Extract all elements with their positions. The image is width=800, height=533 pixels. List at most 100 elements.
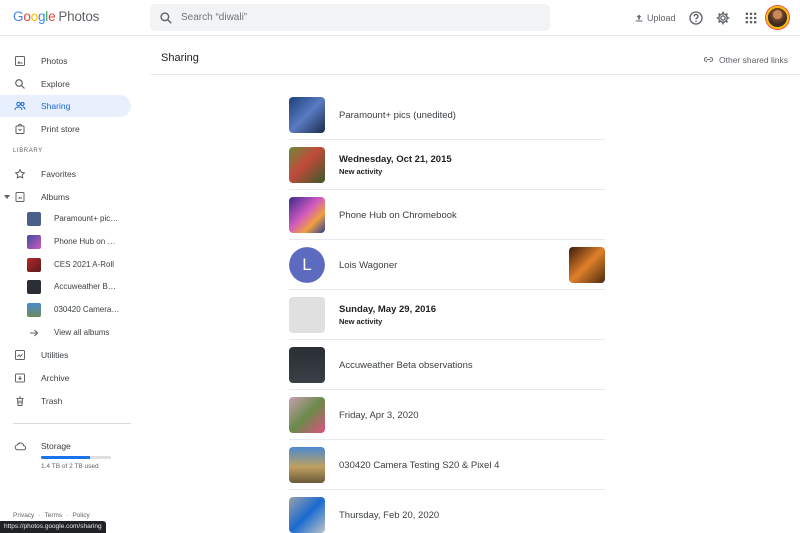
archive-icon <box>15 373 25 383</box>
album-label: Phone Hub on Chromebook <box>54 237 120 246</box>
list-item[interactable]: L Lois Wagoner <box>289 240 605 290</box>
main-divider <box>150 74 800 75</box>
list-item-title: Phone Hub on Chromebook <box>339 210 457 221</box>
trash-icon <box>16 396 24 406</box>
sidebar-item-label: Explore <box>41 79 70 89</box>
list-item-title: 030420 Camera Testing S20 & Pixel 4 <box>339 460 500 471</box>
album-label: 030420 Camera Testing S20 & Pixel 4 <box>54 305 120 314</box>
shared-album-thumbnail <box>289 97 325 133</box>
list-item[interactable]: Phone Hub on Chromebook <box>289 190 605 240</box>
view-all-label: View all albums <box>54 328 110 337</box>
shared-album-thumbnail <box>289 347 325 383</box>
view-all-albums-link[interactable]: View all albums <box>0 322 131 344</box>
account-avatar[interactable] <box>766 6 789 29</box>
list-item[interactable]: Accuweather Beta observations <box>289 340 605 390</box>
sidebar-album-item[interactable]: Phone Hub on Chromebook <box>0 231 131 253</box>
shared-album-thumbnail <box>289 147 325 183</box>
help-icon[interactable] <box>688 10 704 26</box>
list-item-title: Accuweather Beta observations <box>339 360 473 371</box>
sidebar-item-label: Archive <box>41 373 70 383</box>
sidebar-album-item[interactable]: Accuweather Beta observations <box>0 276 131 298</box>
other-shared-links-label: Other shared links <box>719 54 788 65</box>
other-shared-links-button[interactable]: Other shared links <box>703 54 788 65</box>
storage-progress-bar <box>41 456 111 459</box>
list-item-title: Wednesday, Oct 21, 2015 <box>339 154 452 165</box>
list-item[interactable]: Friday, Apr 3, 2020 <box>289 390 605 440</box>
privacy-link[interactable]: Privacy <box>13 512 34 519</box>
upload-button[interactable]: Upload <box>634 10 676 26</box>
new-activity-label: New activity <box>339 317 383 326</box>
sidebar-item-label: Utilities <box>41 350 69 360</box>
search-bar[interactable] <box>150 4 550 31</box>
sidebar-item-trash[interactable]: Trash <box>0 390 131 412</box>
list-item[interactable]: 030420 Camera Testing S20 & Pixel 4 <box>289 440 605 490</box>
album-label: CES 2021 A-Roll <box>54 260 115 269</box>
search-icon[interactable] <box>159 11 173 25</box>
chevron-down-icon[interactable] <box>4 195 10 199</box>
album-thumbnail <box>27 212 41 226</box>
list-item-title: Sunday, May 29, 2016 <box>339 304 436 315</box>
store-icon <box>15 123 25 134</box>
album-thumbnail <box>27 280 41 294</box>
person-avatar: L <box>289 247 325 283</box>
terms-link[interactable]: Terms <box>44 512 62 519</box>
sidebar-item-explore[interactable]: Explore <box>0 73 131 95</box>
new-activity-label: New activity <box>339 167 383 176</box>
storage-used-text: 1.4 TB of 2 TB used <box>41 463 99 470</box>
shared-album-thumbnail <box>289 197 325 233</box>
search-input[interactable] <box>181 8 531 27</box>
footer-separator: · <box>38 512 41 519</box>
shared-album-thumbnail <box>289 497 325 533</box>
shared-photo-thumbnail[interactable] <box>569 247 605 283</box>
upload-label: Upload <box>647 13 676 23</box>
sidebar-item-archive[interactable]: Archive <box>0 367 131 389</box>
list-item-title: Lois Wagoner <box>339 260 398 271</box>
sidebar-item-print-store[interactable]: Print store <box>0 118 131 140</box>
gear-icon[interactable] <box>715 10 731 26</box>
album-thumbnail <box>27 303 41 317</box>
list-item[interactable]: Paramount+ pics (unedited) <box>289 90 605 140</box>
sidebar-item-albums[interactable]: Albums <box>0 186 131 208</box>
sidebar-album-item[interactable]: 030420 Camera Testing S20 & Pixel 4 <box>0 299 131 321</box>
footer-links: Privacy · Terms · Policy <box>13 512 90 519</box>
page-title: Sharing <box>161 52 199 64</box>
list-item[interactable]: Thursday, Feb 20, 2020 <box>289 490 605 533</box>
sidebar-album-item[interactable]: CES 2021 A-Roll <box>0 254 131 276</box>
list-item[interactable]: Wednesday, Oct 21, 2015 New activity <box>289 140 605 190</box>
sidebar-item-label: Print store <box>41 124 80 134</box>
sidebar-divider <box>13 423 131 424</box>
link-icon <box>703 57 714 62</box>
sidebar-item-utilities[interactable]: Utilities <box>0 344 131 366</box>
search-icon <box>15 79 25 89</box>
sidebar-item-label: Sharing <box>41 101 71 111</box>
sidebar-album-item[interactable]: Paramount+ pics (unedited) <box>0 208 131 230</box>
album-thumbnail <box>27 258 41 272</box>
storage-progress-fill <box>41 456 90 459</box>
top-bar: GooglePhotos Upload <box>0 0 800 36</box>
star-icon <box>15 169 25 179</box>
upload-icon <box>635 14 643 22</box>
storage-label[interactable]: Storage <box>41 441 71 451</box>
cloud-icon <box>14 442 27 451</box>
library-heading: LIBRARY <box>13 148 43 154</box>
list-item-title: Paramount+ pics (unedited) <box>339 110 456 121</box>
album-label: Accuweather Beta observations <box>54 282 120 291</box>
sidebar-item-sharing[interactable]: Sharing <box>0 95 131 117</box>
sidebar-item-favorites[interactable]: Favorites <box>0 163 131 185</box>
google-photos-logo[interactable]: Google Photos <box>13 9 99 24</box>
album-icon <box>15 192 25 202</box>
sidebar-item-label: Photos <box>41 56 68 66</box>
album-label: Paramount+ pics (unedited) <box>54 214 120 223</box>
apps-grid-icon[interactable] <box>743 10 759 26</box>
shared-album-thumbnail <box>289 297 325 333</box>
sidebar-item-label: Favorites <box>41 169 76 179</box>
list-item-title: Friday, Apr 3, 2020 <box>339 410 419 421</box>
avatar-letter: L <box>289 247 325 283</box>
sidebar: Photos Explore Sharing Print store LIBRA… <box>0 36 140 533</box>
list-item[interactable]: Sunday, May 29, 2016 New activity <box>289 290 605 340</box>
sidebar-item-photos[interactable]: Photos <box>0 50 131 72</box>
list-item-title: Thursday, Feb 20, 2020 <box>339 510 440 521</box>
policy-link[interactable]: Policy <box>72 512 89 519</box>
album-thumbnail <box>27 235 41 249</box>
people-icon <box>14 101 26 111</box>
